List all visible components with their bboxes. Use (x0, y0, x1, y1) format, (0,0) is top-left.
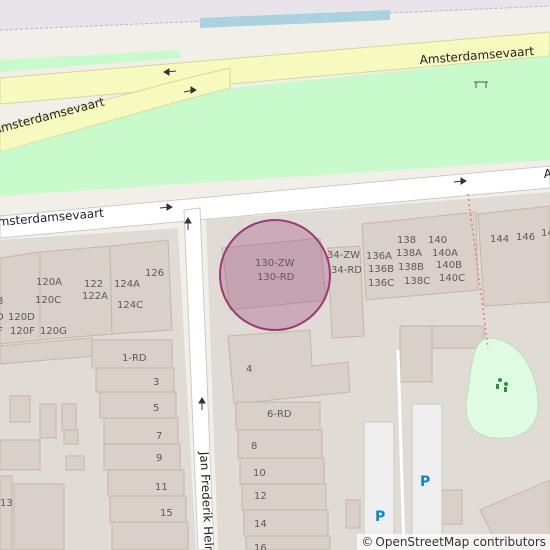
house-number: 138A (396, 248, 422, 259)
house-number: 124A (114, 279, 140, 290)
house-number: 122 (84, 279, 103, 290)
house-number: 140A (432, 248, 458, 259)
house-number: 120C (35, 295, 61, 306)
house-number: 126 (145, 268, 164, 279)
house-number: 11 (155, 482, 168, 493)
house-number: 34-ZW (327, 250, 360, 261)
marker-label-bottom: 130-RD (257, 272, 295, 283)
house-number: 10 (253, 468, 266, 479)
house-number: 140B (436, 260, 462, 271)
house-number: F (0, 326, 3, 337)
house-number: 5 (153, 403, 159, 414)
house-number: 136B (368, 264, 394, 275)
house-number: 122A (82, 291, 108, 302)
house-number: 4 (246, 364, 252, 375)
house-number: 120D (8, 312, 35, 323)
house-number: 136C (368, 278, 394, 289)
house-number: 140 (428, 235, 447, 246)
house-number: D (0, 312, 4, 323)
house-number: 6-RD (267, 409, 292, 420)
attribution[interactable]: © OpenStreetMap contributors (357, 534, 550, 550)
house-number: 120G (40, 326, 67, 337)
house-number: 3 (153, 377, 159, 388)
house-number: 16 (254, 543, 267, 550)
marker-label-top: 130-ZW (255, 258, 295, 269)
house-number: 15 (160, 508, 173, 519)
map-view[interactable]: Amsterdamsevaart Amsterdamsevaart msterd… (0, 0, 550, 550)
house-number: 138 (397, 235, 416, 246)
house-number: 8 (251, 441, 257, 452)
house-number: 124C (117, 300, 143, 311)
house-number: 1-RD (122, 353, 147, 364)
house-number: 144 (490, 234, 509, 245)
parking-label: P (375, 509, 385, 525)
house-number: 14 (541, 228, 550, 239)
house-number: 9 (156, 453, 162, 464)
house-number: 34-RD (331, 265, 362, 276)
house-number: 14 (254, 519, 267, 530)
house-number: 120A (36, 277, 62, 288)
house-number: 140C (439, 273, 465, 284)
house-number: 120F (10, 326, 35, 337)
house-number: 146 (516, 232, 535, 243)
house-number: 12 (254, 491, 267, 502)
map-canvas[interactable]: Amsterdamsevaart Amsterdamsevaart msterd… (0, 0, 550, 550)
parking-label: P (420, 474, 430, 490)
house-number: 3 (0, 296, 3, 307)
house-number: 138B (398, 262, 424, 273)
house-number: 13 (0, 498, 13, 509)
parking-lot-1 (363, 421, 395, 550)
road-label-lower-right: A (543, 166, 550, 181)
house-number: 138C (404, 276, 430, 287)
copyright-symbol: © (361, 535, 374, 549)
house-number: 7 (156, 431, 162, 442)
house-number: 136A (366, 251, 392, 262)
attribution-text[interactable]: OpenStreetMap contributors (375, 535, 546, 549)
